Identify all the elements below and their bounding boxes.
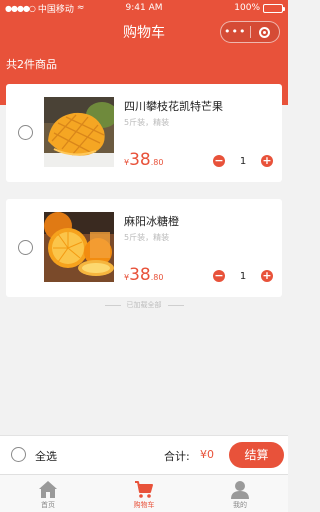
loaded-all-text: 已加载全部 bbox=[126, 301, 162, 309]
select-all-label[interactable]: 全选 bbox=[35, 448, 57, 464]
item-select-radio[interactable] bbox=[18, 240, 33, 255]
status-left: ●●●●○ 中国移动 ≈ bbox=[5, 2, 84, 15]
mini-program-capsule: ••• bbox=[220, 21, 280, 43]
total-amount: ¥0 bbox=[200, 448, 214, 461]
tab-bar: 首页 购物车 我的 bbox=[0, 474, 288, 512]
price-integer: 38 bbox=[129, 150, 151, 170]
loaded-all-indicator: 已加载全部 bbox=[0, 300, 288, 310]
quantity-stepper: − 1 + bbox=[213, 154, 273, 168]
divider-line bbox=[167, 304, 184, 306]
wifi-icon: ≈ bbox=[76, 3, 85, 13]
product-name[interactable]: 麻阳冰糖橙 bbox=[124, 213, 179, 229]
item-count: 共2件商品 bbox=[6, 58, 57, 71]
tab-profile[interactable]: 我的 bbox=[192, 475, 288, 512]
decrease-quantity-button[interactable]: − bbox=[213, 155, 225, 167]
cart-item-card: 麻阳冰糖橙 5斤装，精装 ¥ 38 .80 − 1 + bbox=[6, 199, 282, 297]
cart-icon bbox=[133, 479, 155, 499]
decrease-quantity-button[interactable]: − bbox=[213, 270, 225, 282]
checkout-button[interactable]: 结算 bbox=[229, 442, 284, 468]
quantity-stepper: − 1 + bbox=[213, 269, 273, 283]
status-bar: ●●●●○ 中国移动 ≈ 9:41 AM 100% bbox=[0, 0, 288, 16]
home-icon bbox=[37, 479, 59, 499]
quantity-value: 1 bbox=[239, 155, 247, 167]
item-select-radio[interactable] bbox=[18, 125, 33, 140]
mango-illustration bbox=[44, 97, 114, 167]
select-all-radio[interactable] bbox=[11, 447, 26, 462]
orange-image bbox=[44, 212, 114, 282]
battery-icon bbox=[263, 3, 285, 13]
tab-label: 购物车 bbox=[133, 501, 155, 509]
cart-item-card: 四川攀枝花凯特芒果 5斤装，精装 ¥ 38 .80 − 1 + bbox=[6, 84, 282, 182]
signal-icon: ●●●●○ bbox=[5, 3, 36, 13]
nav-bar: 购物车 ••• bbox=[0, 16, 288, 48]
tab-label: 我的 bbox=[233, 501, 247, 509]
total-label: 合计: bbox=[164, 450, 190, 463]
status-time: 9:41 AM bbox=[125, 3, 163, 13]
product-price: ¥ 38 .80 bbox=[124, 265, 163, 285]
product-price: ¥ 38 .80 bbox=[124, 150, 163, 170]
status-right: 100% bbox=[234, 3, 285, 13]
divider-line bbox=[104, 304, 121, 306]
price-integer: 38 bbox=[129, 265, 151, 285]
mango-image bbox=[44, 97, 114, 167]
price-decimal: .80 bbox=[150, 273, 164, 282]
user-icon bbox=[229, 479, 251, 499]
product-spec: 5斤装，精装 bbox=[124, 233, 170, 242]
checkout-bar: 全选 合计: ¥0 结算 bbox=[0, 435, 288, 474]
battery-percent: 100% bbox=[234, 3, 260, 13]
price-decimal: .80 bbox=[150, 158, 164, 167]
increase-quantity-button[interactable]: + bbox=[261, 155, 273, 167]
increase-quantity-button[interactable]: + bbox=[261, 270, 273, 282]
quantity-value: 1 bbox=[239, 270, 247, 282]
page-title: 购物车 bbox=[123, 25, 165, 41]
close-circle-icon bbox=[259, 26, 271, 38]
tab-label: 首页 bbox=[41, 501, 55, 509]
tab-cart[interactable]: 购物车 bbox=[96, 475, 192, 512]
orange-illustration bbox=[44, 212, 114, 282]
tab-home[interactable]: 首页 bbox=[0, 475, 96, 512]
product-spec: 5斤装，精装 bbox=[124, 118, 170, 127]
product-name[interactable]: 四川攀枝花凯特芒果 bbox=[124, 98, 223, 114]
more-icon[interactable]: ••• bbox=[221, 22, 250, 42]
carrier-label: 中国移动 bbox=[37, 4, 74, 15]
close-mini-program-button[interactable] bbox=[251, 26, 280, 38]
